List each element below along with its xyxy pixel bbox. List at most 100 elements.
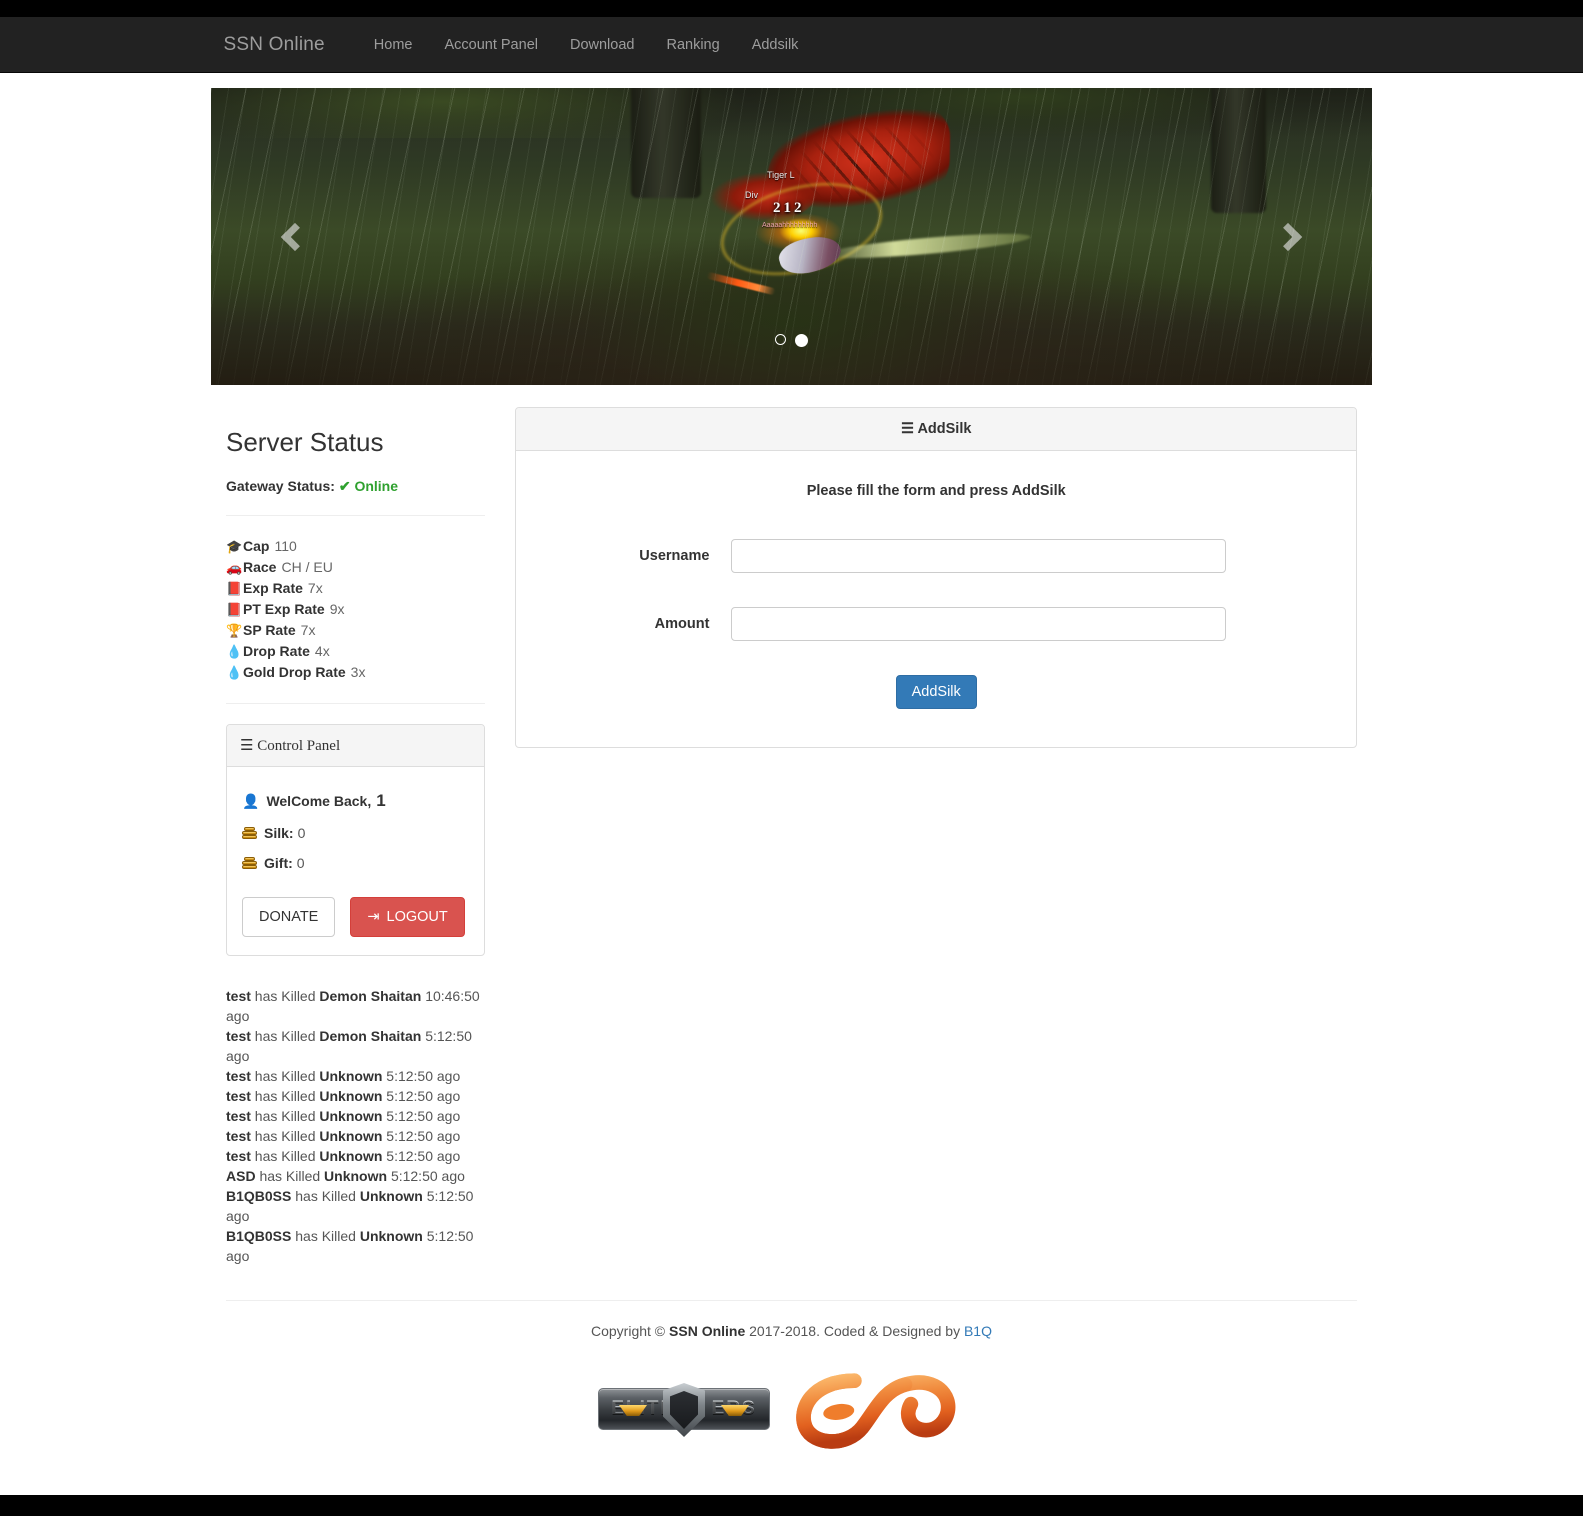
hero-carousel[interactable]: Tiger L Div 212 Aaaaahhhhhhhhh [211,88,1372,385]
logout-button[interactable]: ⇥ LOGOUT [350,897,465,938]
coins-icon [242,856,257,870]
addsilk-panel-title: AddSilk [917,421,972,437]
car-icon: 🚗 [226,560,243,575]
carousel-indicator-0[interactable] [775,334,786,345]
nav-item-account-panel[interactable]: Account Panel [428,37,554,53]
footer: Copyright © SSN Online 2017-2018. Coded … [211,1300,1372,1449]
kill-log-target: Unknown [319,1088,383,1105]
nav-item-download[interactable]: Download [554,37,651,53]
sidebar-divider-2 [226,703,486,704]
control-panel-buttons: DONATE ⇥ LOGOUT [242,897,469,938]
kill-log-entry: test has Killed Unknown 5:12:50 ago [226,1146,485,1166]
kill-log-target: Unknown [359,1188,423,1205]
elitepvpers-shield-icon [663,1383,705,1437]
kill-log-entry: test has Killed Unknown 5:12:50 ago [226,1086,485,1106]
amount-input[interactable] [731,607,1227,641]
username-input[interactable] [731,539,1227,573]
stat-row-gold-drop-rate: 💧 Gold Drop Rate 3x [226,662,485,683]
navbar: SSN Online Home Account Panel Download R… [0,17,1583,73]
tint-icon: 💧 [226,644,243,659]
chevron-left-icon [280,222,310,251]
kill-log-verb: has Killed [254,1088,316,1105]
kill-log-verb: has Killed [254,1028,316,1045]
nav-item-ranking[interactable]: Ranking [650,37,735,53]
kill-log-verb: has Killed [295,1228,356,1245]
navbar-inner: SSN Online Home Account Panel Download R… [212,34,1372,56]
stat-label: Race [243,559,277,575]
welcome-username: 1 [376,791,386,810]
alpha-infinity-logo[interactable] [790,1369,985,1449]
kill-log-target: Demon Shaitan [319,1028,422,1045]
bottom-black-bar [0,1495,1583,1516]
sidebar-divider [226,515,486,516]
stat-row-pt-exp-rate: 📕 PT Exp Rate 9x [226,599,485,620]
stat-row-sp-rate: 🏆 SP Rate 7x [226,620,485,641]
amount-label: Amount [654,616,710,632]
kill-log-player: B1QB0SS [226,1228,292,1245]
main-column: ☰ AddSilk Please fill the form and press… [500,407,1372,748]
donate-button[interactable]: DONATE [242,897,336,938]
kill-log-entry: test has Killed Demon Shaitan 5:12:50 ag… [226,1026,485,1066]
brand-link[interactable]: SSN Online [224,34,340,56]
kill-log-entry: test has Killed Demon Shaitan 10:46:50 a… [226,986,485,1026]
server-stats-list: 🎓 Cap 110 🚗 Race CH / EU 📕 Exp Rate 7x 📕… [226,536,485,683]
hamburger-icon: ☰ [900,421,914,437]
kill-log-player: test [226,1128,251,1145]
stat-value: 7x [307,580,323,596]
kill-log-time: 5:12:50 ago [386,1068,461,1085]
trophy-icon: 🏆 [226,623,243,638]
kill-log-player: test [226,1108,251,1125]
stat-value: 110 [274,538,297,554]
kill-log-verb: has Killed [254,1148,316,1165]
nav-item-home[interactable]: Home [358,37,429,53]
logout-button-label: LOGOUT [386,909,448,925]
server-status-title: Server Status [226,427,384,457]
stat-value: CH / EU [281,559,333,575]
gift-label: Gift: [264,855,293,871]
footer-author-link[interactable]: B1Q [964,1323,992,1339]
kill-log-entry: B1QB0SS has Killed Unknown 5:12:50 ago [226,1226,485,1266]
footer-copyright: Copyright © SSN Online 2017-2018. Coded … [211,1323,1372,1339]
addsilk-panel: ☰ AddSilk Please fill the form and press… [515,407,1357,748]
control-panel-heading: ☰ Control Panel [227,725,485,767]
addsilk-submit-button[interactable]: AddSilk [895,675,977,709]
addsilk-panel-title-row: ☰ AddSilk [531,421,1341,437]
welcome-label: WelCome Back, [266,793,372,809]
stat-row-cap: 🎓 Cap 110 [226,536,485,557]
page-viewport: SSN Online Home Account Panel Download R… [0,0,1583,1516]
kill-log-verb: has Killed [254,1108,316,1125]
gateway-status-label: Gateway Status: [226,478,335,494]
kill-log: test has Killed Demon Shaitan 10:46:50 a… [226,986,485,1266]
kill-log-time: 5:12:50 ago [386,1108,461,1125]
kill-log-time: 5:12:50 ago [386,1088,461,1105]
kill-log-verb: has Killed [254,1128,316,1145]
addsilk-panel-heading: ☰ AddSilk [516,408,1356,451]
kill-log-time: 5:12:50 ago [390,1168,465,1185]
stat-label: Cap [243,538,270,554]
kill-log-player: test [226,1028,251,1045]
elitepvpers-logo[interactable]: ELITE ERS [598,1383,770,1437]
kill-log-target: Unknown [319,1128,383,1145]
nav-links: Home Account Panel Download Ranking Adds… [358,37,815,53]
gateway-status-value: Online [354,478,399,494]
kill-log-player: test [226,1068,251,1085]
username-label: Username [639,548,710,564]
stat-value: 9x [329,601,345,617]
addsilk-form-intro: Please fill the form and press AddSilk [806,483,1066,499]
nav-item-addsilk[interactable]: Addsilk [736,37,815,53]
check-icon: ✔ [338,478,351,494]
carousel-indicator-1[interactable] [795,334,808,347]
kill-log-player: test [226,988,251,1005]
silk-row: Silk: 0 [242,825,469,841]
kill-log-target: Demon Shaitan [319,988,422,1005]
kill-log-player: test [226,1148,251,1165]
user-icon: 👤 [242,792,260,809]
footer-divider [226,1300,1357,1301]
control-panel-title: Control Panel [257,738,341,754]
book-icon: 📕 [226,602,243,617]
kill-log-player: ASD [226,1168,256,1185]
kill-log-target: Unknown [359,1228,423,1245]
chevron-right-icon [1273,222,1303,251]
kill-log-verb: has Killed [295,1188,356,1205]
addsilk-submit-wrap: AddSilk [531,675,1341,709]
